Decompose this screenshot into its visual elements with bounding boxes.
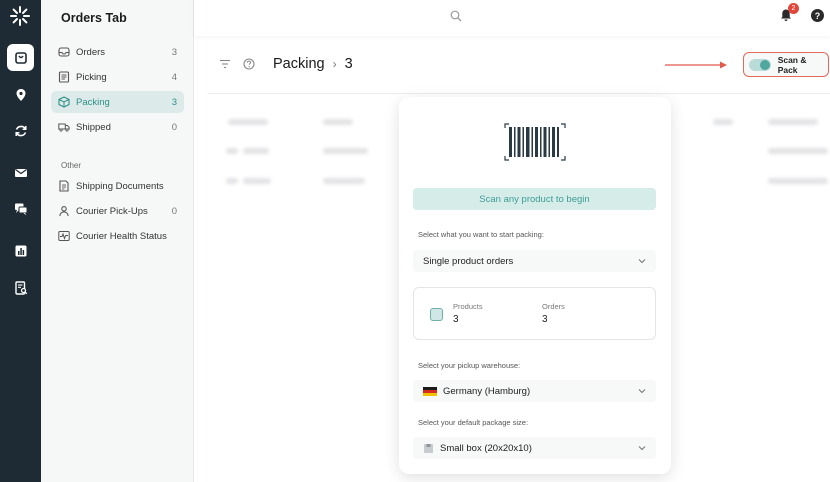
person-icon [58, 205, 70, 217]
question-circle-icon[interactable] [243, 58, 255, 70]
truck-icon [58, 121, 70, 133]
warehouse-value: Germany (Hamburg) [443, 385, 531, 397]
sidebar-item-count: 3 [171, 46, 177, 58]
app-rail [0, 0, 41, 482]
page-title: Packing › 3 [273, 56, 353, 72]
orders-value: 3 [542, 314, 548, 325]
sidebar-item-count: 0 [171, 205, 177, 217]
scan-pack-modal: Scan any product to begin Select what yo… [399, 97, 671, 474]
warehouse-select[interactable]: Germany (Hamburg) [413, 380, 656, 402]
sidebar-item-label: Picking [76, 71, 107, 83]
shopping-bag-icon [14, 51, 27, 64]
scan-pack-toggle[interactable]: Scan & Pack [743, 52, 829, 77]
sidebar-item-count: 3 [171, 96, 177, 108]
bar-chart-icon [15, 245, 26, 256]
chevron-down-icon [638, 446, 646, 451]
sidebar-item-shipping-documents[interactable]: Shipping Documents [51, 175, 184, 197]
rail-orders-button[interactable] [7, 44, 34, 71]
sidebar-title: Orders Tab [61, 11, 127, 25]
pulse-icon [58, 230, 70, 242]
sidebar-item-label: Packing [76, 96, 110, 108]
sidebar: Orders Tab Orders 3 Picking 4 Packing 3 … [41, 0, 194, 482]
orders-stat: Orders 3 [542, 302, 565, 325]
app-logo-icon[interactable] [9, 5, 31, 27]
rail-messages-button[interactable] [7, 159, 34, 186]
packing-type-value: Single product orders [423, 255, 514, 267]
list-icon [58, 71, 70, 83]
sidebar-item-packing[interactable]: Packing 3 [51, 91, 184, 113]
sidebar-item-label: Courier Pick-Ups [76, 205, 148, 217]
scan-prompt-banner: Scan any product to begin [413, 188, 656, 210]
package-size-select[interactable]: Small box (20x20x10) [413, 437, 656, 459]
products-label: Products [453, 302, 483, 311]
chevron-down-icon [638, 389, 646, 394]
package-icon [58, 96, 70, 108]
rail-locations-button[interactable] [7, 81, 34, 108]
rail-analytics-button[interactable] [7, 237, 34, 264]
page-title-text: Packing [273, 56, 325, 72]
refresh-icon [14, 125, 27, 136]
document-icon [58, 180, 70, 192]
scan-pack-label: Scan & Pack [777, 54, 807, 75]
document-search-icon [14, 280, 27, 295]
sidebar-item-count: 4 [171, 71, 177, 83]
package-size-label: Select your default package size: [418, 418, 529, 427]
chevron-right-icon: › [332, 57, 337, 71]
top-bar: 2 ? [194, 0, 830, 36]
notification-badge: 2 [788, 3, 799, 14]
annotation-arrow-icon [665, 61, 727, 69]
filter-icon[interactable] [219, 59, 231, 69]
select-checkbox[interactable] [430, 308, 443, 321]
rail-reports-button[interactable] [7, 274, 34, 301]
sidebar-item-orders[interactable]: Orders 3 [51, 41, 184, 63]
chevron-down-icon [638, 259, 646, 264]
warehouse-label: Select your pickup warehouse: [418, 361, 521, 370]
toggle-knob [759, 59, 770, 70]
sidebar-item-label: Shipping Documents [76, 180, 164, 192]
rail-chat-button[interactable] [7, 195, 34, 222]
packing-type-label: Select what you want to start packing: [418, 230, 544, 239]
chat-icon [14, 203, 27, 215]
barcode-icon [504, 123, 566, 161]
search-icon[interactable] [450, 10, 462, 22]
box-icon [424, 443, 433, 453]
header-divider [208, 93, 830, 94]
package-size-value: Small box (20x20x10) [440, 442, 532, 454]
rail-returns-button[interactable] [7, 117, 34, 144]
sidebar-item-label: Shipped [76, 121, 111, 133]
products-stat: Products 3 [453, 302, 483, 325]
sidebar-item-shipped[interactable]: Shipped 0 [51, 116, 184, 138]
sidebar-section-heading: Other [61, 161, 82, 170]
toggle-switch[interactable] [749, 58, 771, 71]
sidebar-item-picking[interactable]: Picking 4 [51, 66, 184, 88]
orders-label: Orders [542, 302, 565, 311]
help-icon[interactable]: ? [811, 9, 824, 22]
page-title-count: 3 [344, 56, 353, 72]
sidebar-item-label: Orders [76, 46, 106, 58]
sidebar-item-label: Courier Health Status [76, 230, 167, 242]
germany-flag-icon [423, 386, 437, 396]
map-pin-icon [16, 88, 25, 101]
products-value: 3 [453, 314, 459, 325]
packing-type-select[interactable]: Single product orders [413, 250, 656, 272]
sidebar-item-courier-health-status[interactable]: Courier Health Status [51, 225, 184, 247]
packing-summary-card[interactable]: Products 3 Orders 3 [413, 287, 656, 340]
mail-check-icon [14, 168, 27, 177]
sidebar-item-count: 0 [171, 121, 177, 133]
inbox-icon [58, 46, 70, 58]
sidebar-item-courier-pick-ups[interactable]: Courier Pick-Ups 0 [51, 200, 184, 222]
